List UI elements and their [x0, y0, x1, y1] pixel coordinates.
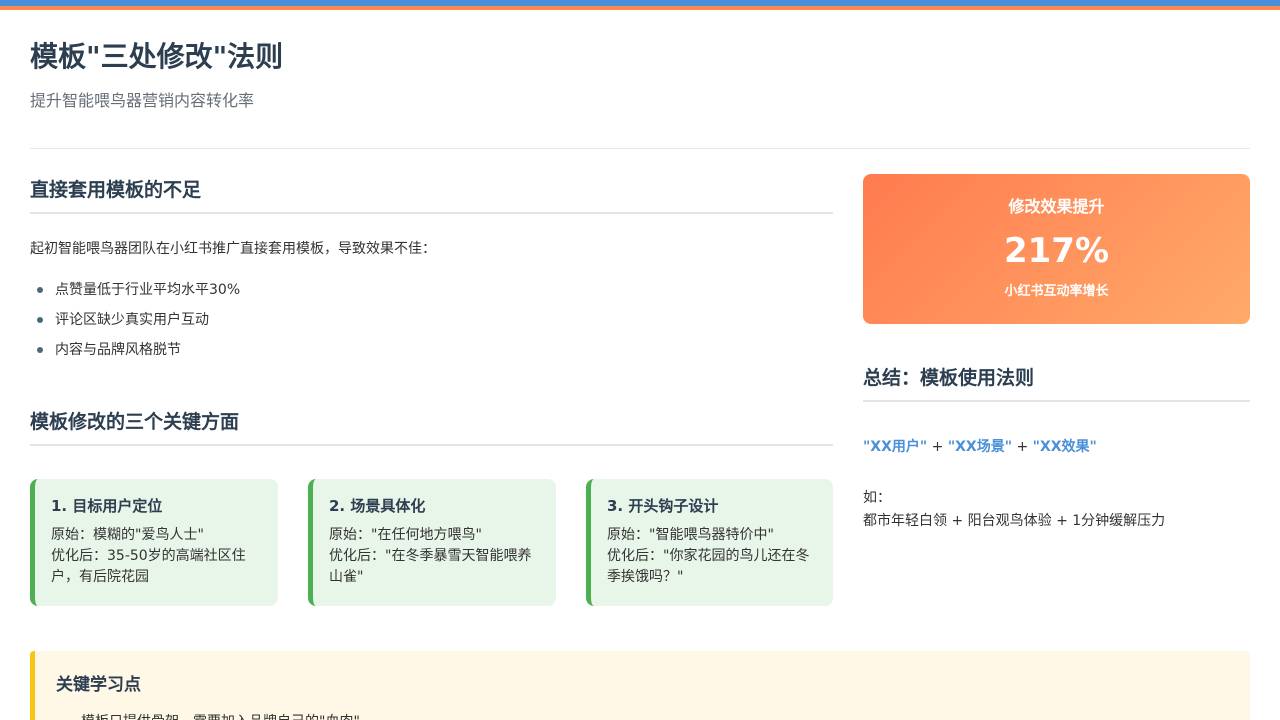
card-line: 季挨饿吗？" [607, 569, 684, 585]
card-line: 户，有后院花园 [51, 569, 149, 585]
aspects-section-title: 模板修改的三个关键方面 [30, 408, 833, 446]
stat-caption: 小红书互动率增长 [1004, 284, 1109, 299]
formula-term-user: "XX用户" [863, 439, 928, 455]
formula-plus: + [927, 439, 948, 455]
card-title: 2. 场景具体化 [329, 497, 426, 515]
card-title: 3. 开头钩子设计 [607, 497, 719, 515]
problem-intro: 起初智能喂鸟器团队在小红书推广直接套用模板，导致效果不佳： [30, 241, 436, 257]
card-line: 优化后："你家花园的鸟儿还在冬 [607, 548, 810, 564]
top-accent-bar [0, 0, 1280, 10]
page-title: 模板"三处修改"法则 [30, 40, 284, 73]
page-subtitle: 提升智能喂鸟器营销内容转化率 [30, 91, 255, 110]
page-header: 模板"三处修改"法则 提升智能喂鸟器营销内容转化率 [30, 38, 1250, 112]
list-item: 点赞量低于行业平均水平30% [30, 278, 240, 302]
formula-plus: + [1012, 439, 1033, 455]
list-item: 内容与品牌风格脱节 [30, 338, 240, 362]
aspect-card-hook: 3. 开头钩子设计 原始："智能喂鸟器特价中" 优化后："你家花园的鸟儿还在冬 … [586, 479, 833, 606]
example-text: 都市年轻白领 + 阳台观鸟体验 + 1分钟缓解压力 [863, 513, 1166, 529]
problem-bullet-list: 点赞量低于行业平均水平30% 评论区缺少真实用户互动 内容与品牌风格脱节 [30, 278, 240, 368]
formula-term-scene: "XX场景" [947, 439, 1013, 455]
formula-term-effect: "XX效果" [1032, 439, 1097, 455]
list-item: 评论区缺少真实用户互动 [30, 308, 240, 332]
improvement-stat-box: 修改效果提升 217% 小红书互动率增长 [863, 174, 1250, 324]
summary-section-title: 总结：模板使用法则 [863, 364, 1250, 402]
card-line: 优化后："在冬季暴雪天智能喂养 [329, 548, 532, 564]
learning-item: 模板只提供骨架，需要加入品牌自己的"血肉" [56, 711, 1250, 720]
aspect-card-target-user: 1. 目标用户定位 原始：模糊的"爱鸟人士" 优化后：35-50岁的高端社区住 … [30, 479, 278, 606]
learning-title: 关键学习点 [56, 675, 141, 695]
aspect-card-scene: 2. 场景具体化 原始："在任何地方喂鸟" 优化后："在冬季暴雪天智能喂养 山雀… [308, 479, 556, 606]
card-title: 1. 目标用户定位 [51, 497, 163, 515]
key-learning-box: 关键学习点 模板只提供骨架，需要加入品牌自己的"血肉" [30, 651, 1250, 720]
formula-example: 如： 都市年轻白领 + 阳台观鸟体验 + 1分钟缓解压力 [863, 487, 1165, 533]
card-line: 原始：模糊的"爱鸟人士" [51, 527, 204, 543]
card-line: 优化后：35-50岁的高端社区住 [51, 548, 246, 564]
template-formula: "XX用户" + "XX场景" + "XX效果" [863, 436, 1097, 458]
header-divider [30, 148, 1250, 149]
card-line: 山雀" [329, 569, 364, 585]
card-line: 原始："智能喂鸟器特价中" [607, 527, 774, 543]
example-label: 如： [863, 490, 891, 506]
card-line: 原始："在任何地方喂鸟" [329, 527, 482, 543]
stat-value: 217% [1003, 231, 1110, 271]
stat-label: 修改效果提升 [1008, 197, 1105, 216]
problem-section-title: 直接套用模板的不足 [30, 176, 833, 214]
